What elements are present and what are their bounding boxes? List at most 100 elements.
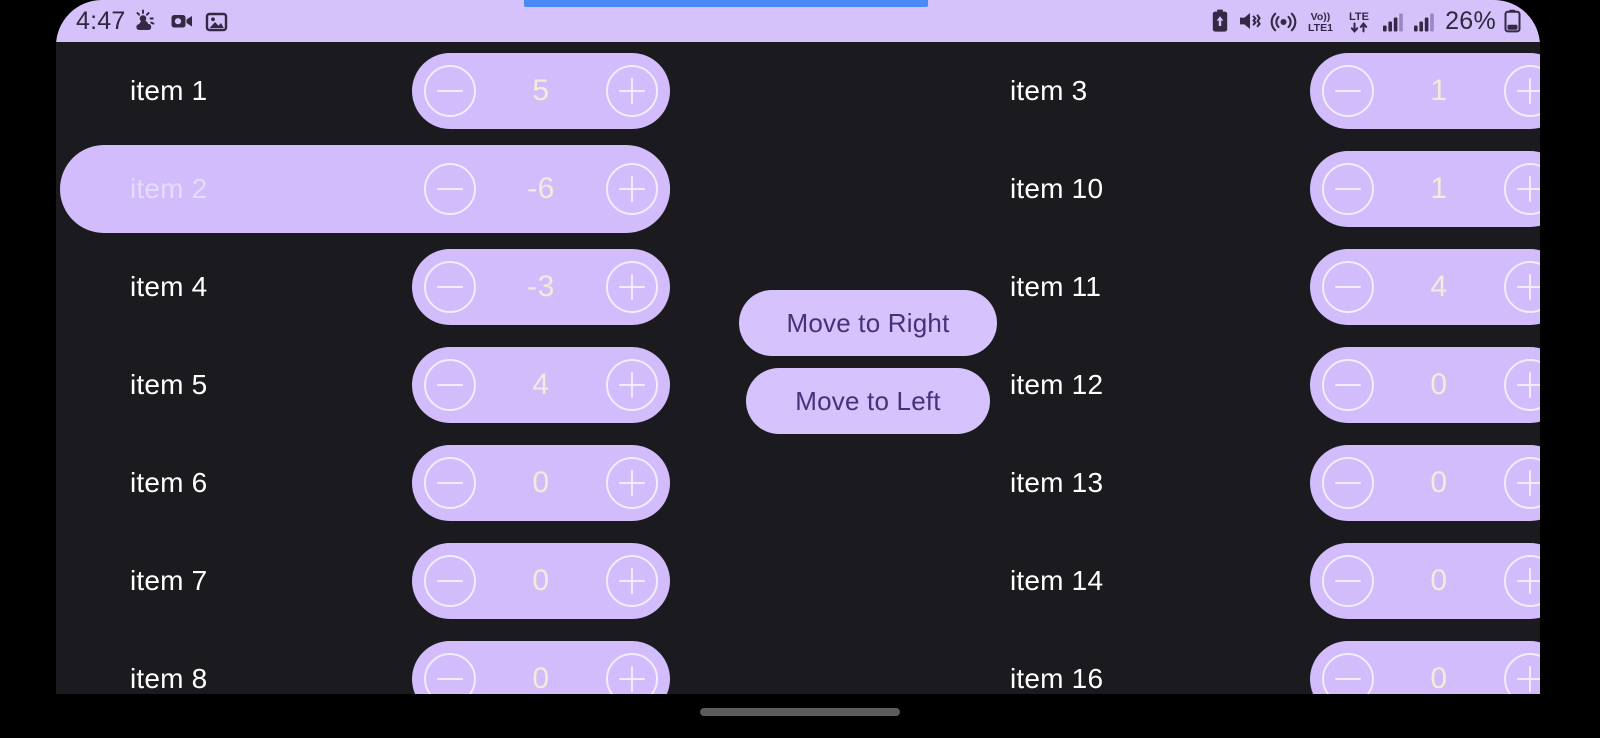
list-item-surface[interactable]: item 16 0 bbox=[940, 635, 1540, 694]
list-item[interactable]: item 16 0 bbox=[940, 630, 1540, 694]
quantity-stepper: 0 bbox=[412, 641, 670, 694]
quantity-stepper: 0 bbox=[412, 445, 670, 521]
plus-circle-icon[interactable] bbox=[1504, 555, 1540, 607]
plus-circle-icon[interactable] bbox=[606, 261, 658, 313]
minus-circle-icon[interactable] bbox=[424, 261, 476, 313]
stepper-value: -6 bbox=[527, 172, 555, 205]
stepper-value: 0 bbox=[1430, 662, 1448, 694]
quantity-stepper: 0 bbox=[412, 543, 670, 619]
quantity-stepper: 0 bbox=[1310, 445, 1540, 521]
minus-circle-icon[interactable] bbox=[1322, 457, 1374, 509]
right-item-list: item 3 1 item 10 1 item 11 4 item 12 0 item 13 0 i… bbox=[940, 42, 1540, 694]
list-item-label: item 6 bbox=[130, 467, 208, 498]
list-item[interactable]: item 6 0 bbox=[60, 434, 670, 532]
stepper-value: 0 bbox=[532, 466, 550, 499]
stepper-value: 4 bbox=[532, 368, 550, 401]
plus-circle-icon[interactable] bbox=[606, 555, 658, 607]
list-item[interactable]: item 5 4 bbox=[60, 336, 670, 434]
list-item-surface[interactable]: item 10 1 bbox=[940, 145, 1540, 233]
move-to-left-button[interactable]: Move to Left bbox=[746, 368, 990, 434]
stepper-value: 0 bbox=[1430, 564, 1448, 597]
signal-bars-sim1-icon bbox=[1381, 8, 1405, 34]
list-item-surface[interactable]: item 1 5 bbox=[60, 47, 670, 135]
minus-circle-icon[interactable] bbox=[424, 359, 476, 411]
minus-circle-icon[interactable] bbox=[424, 65, 476, 117]
vibrate-mute-icon bbox=[1237, 8, 1263, 34]
plus-circle-icon[interactable] bbox=[1504, 163, 1540, 215]
list-item[interactable]: item 11 4 bbox=[940, 238, 1540, 336]
plus-circle-icon[interactable] bbox=[1504, 65, 1540, 117]
battery-icon bbox=[1503, 8, 1522, 34]
plus-circle-icon[interactable] bbox=[1504, 457, 1540, 509]
minus-circle-icon[interactable] bbox=[1322, 653, 1374, 694]
quantity-stepper: 1 bbox=[1310, 151, 1540, 227]
list-item[interactable]: item 12 0 bbox=[940, 336, 1540, 434]
minus-circle-icon[interactable] bbox=[424, 653, 476, 694]
plus-circle-icon[interactable] bbox=[1504, 261, 1540, 313]
list-item-label: item 3 bbox=[1010, 75, 1088, 106]
minus-circle-icon[interactable] bbox=[1322, 555, 1374, 607]
list-item[interactable]: item 7 0 bbox=[60, 532, 670, 630]
stepper-value: 4 bbox=[1430, 270, 1448, 303]
list-item-label: item 10 bbox=[1010, 173, 1104, 204]
list-item-surface[interactable]: item 6 0 bbox=[60, 439, 670, 527]
minus-circle-icon[interactable] bbox=[424, 457, 476, 509]
move-to-right-button[interactable]: Move to Right bbox=[739, 290, 997, 356]
svg-text:LTE1: LTE1 bbox=[1308, 22, 1333, 34]
list-item-surface[interactable]: item 11 4 bbox=[940, 243, 1540, 331]
minus-circle-icon[interactable] bbox=[1322, 163, 1374, 215]
list-item-surface[interactable]: item 4 -3 bbox=[60, 243, 670, 331]
list-item[interactable]: item 8 0 bbox=[60, 630, 670, 694]
list-item-surface[interactable]: item 8 0 bbox=[60, 635, 670, 694]
minus-circle-icon[interactable] bbox=[1322, 261, 1374, 313]
list-item-label: item 13 bbox=[1010, 467, 1104, 498]
top-progress-indicator bbox=[524, 0, 928, 7]
stepper-value: 0 bbox=[532, 564, 550, 597]
status-bar-clock: 4:47 bbox=[76, 6, 126, 35]
list-item-label: item 8 bbox=[130, 663, 208, 694]
stepper-value: 5 bbox=[532, 74, 550, 107]
app-content: item 1 5 item 2 -6 item 4 -3 item 5 4 item 6 0 ite… bbox=[56, 42, 1540, 694]
minus-circle-icon[interactable] bbox=[424, 555, 476, 607]
list-item-surface[interactable]: item 13 0 bbox=[940, 439, 1540, 527]
list-item[interactable]: item 3 1 bbox=[940, 42, 1540, 140]
quantity-stepper: 4 bbox=[412, 347, 670, 423]
list-item[interactable]: item 1 5 bbox=[60, 42, 670, 140]
list-item-surface[interactable]: item 7 0 bbox=[60, 537, 670, 625]
list-item[interactable]: item 2 -6 bbox=[60, 140, 670, 238]
plus-circle-icon[interactable] bbox=[606, 65, 658, 117]
quantity-stepper: 0 bbox=[1310, 347, 1540, 423]
plus-circle-icon[interactable] bbox=[606, 359, 658, 411]
quantity-stepper: -3 bbox=[412, 249, 670, 325]
list-item-surface[interactable]: item 2 -6 bbox=[60, 145, 670, 233]
list-item[interactable]: item 4 -3 bbox=[60, 238, 670, 336]
list-item-surface[interactable]: item 5 4 bbox=[60, 341, 670, 429]
list-item[interactable]: item 14 0 bbox=[940, 532, 1540, 630]
plus-circle-icon[interactable] bbox=[1504, 653, 1540, 694]
home-gesture-bar[interactable] bbox=[700, 708, 900, 716]
plus-circle-icon[interactable] bbox=[1504, 359, 1540, 411]
minus-circle-icon[interactable] bbox=[1322, 65, 1374, 117]
list-item[interactable]: item 10 1 bbox=[940, 140, 1540, 238]
plus-circle-icon[interactable] bbox=[606, 163, 658, 215]
plus-circle-icon[interactable] bbox=[606, 457, 658, 509]
stepper-value: 1 bbox=[1430, 172, 1448, 205]
list-item-surface[interactable]: item 14 0 bbox=[940, 537, 1540, 625]
signal-bars-sim2-icon bbox=[1412, 8, 1436, 34]
list-item-surface[interactable]: item 12 0 bbox=[940, 341, 1540, 429]
quantity-stepper: -6 bbox=[412, 151, 670, 227]
status-bar-right-group: Vo)) LTE1 LTE 26% bbox=[1210, 7, 1522, 36]
list-item-label: item 2 bbox=[130, 173, 208, 204]
list-item-surface[interactable]: item 3 1 bbox=[940, 47, 1540, 135]
svg-text:LTE: LTE bbox=[1349, 11, 1369, 23]
list-item[interactable]: item 13 0 bbox=[940, 434, 1540, 532]
plus-circle-icon[interactable] bbox=[606, 653, 658, 694]
minus-circle-icon[interactable] bbox=[424, 163, 476, 215]
stepper-value: 0 bbox=[532, 662, 550, 694]
minus-circle-icon[interactable] bbox=[1322, 359, 1374, 411]
status-bar-left-group: 4:47 bbox=[76, 7, 229, 36]
list-item-label: item 1 bbox=[130, 75, 208, 106]
quantity-stepper: 0 bbox=[1310, 641, 1540, 694]
lte-data-icon: LTE bbox=[1344, 8, 1374, 35]
stepper-value: -3 bbox=[527, 270, 555, 303]
